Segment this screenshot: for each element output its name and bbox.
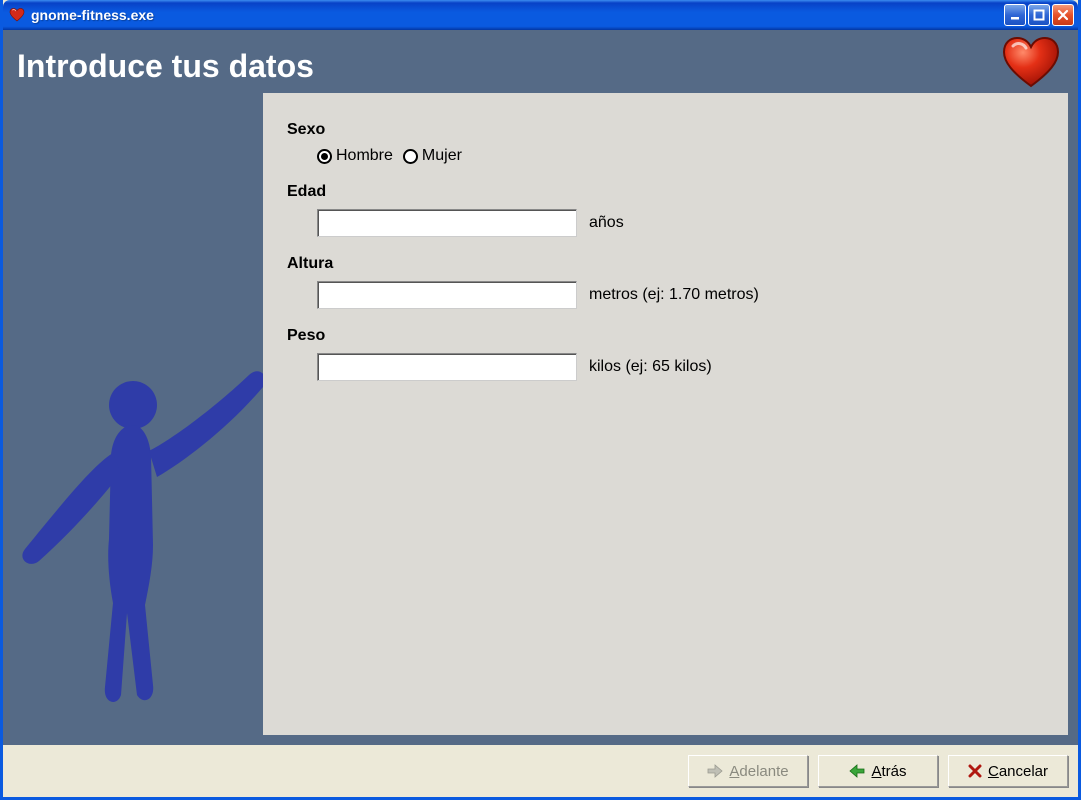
height-group: Altura metros (ej: 1.70 metros) xyxy=(287,255,1044,309)
app-heart-icon xyxy=(9,7,25,23)
cancel-label: Cancelar xyxy=(988,763,1048,780)
height-input[interactable] xyxy=(317,281,577,309)
sex-female-label: Mujer xyxy=(422,147,462,165)
main-area: Sexo Hombre Mujer Edad años xyxy=(3,133,1078,745)
radio-icon xyxy=(403,149,418,164)
close-button[interactable] xyxy=(1052,4,1074,26)
minimize-button[interactable] xyxy=(1004,4,1026,26)
weight-input[interactable] xyxy=(317,353,577,381)
dancer-silhouette-icon xyxy=(3,345,263,725)
x-icon xyxy=(968,764,982,778)
page-title: Introduce tus datos xyxy=(17,48,1058,85)
wizard-footer: Adelante Atrás Cancelar xyxy=(3,745,1078,797)
weight-group: Peso kilos (ej: 65 kilos) xyxy=(287,327,1044,381)
sex-group: Sexo Hombre Mujer xyxy=(287,121,1044,165)
height-hint: metros (ej: 1.70 metros) xyxy=(589,286,759,304)
weight-hint: kilos (ej: 65 kilos) xyxy=(589,358,712,376)
form-panel: Sexo Hombre Mujer Edad años xyxy=(263,93,1068,735)
titlebar[interactable]: gnome-fitness.exe xyxy=(3,0,1078,30)
sex-radio-male[interactable]: Hombre xyxy=(317,147,393,165)
age-label: Edad xyxy=(287,183,1044,201)
heart-icon xyxy=(1002,36,1060,88)
cancel-button[interactable]: Cancelar xyxy=(948,755,1068,787)
maximize-button[interactable] xyxy=(1028,4,1050,26)
sex-label: Sexo xyxy=(287,121,1044,139)
sex-radio-female[interactable]: Mujer xyxy=(403,147,462,165)
forward-button: Adelante xyxy=(688,755,808,787)
forward-label: Adelante xyxy=(729,763,788,780)
sex-male-label: Hombre xyxy=(336,147,393,165)
age-group: Edad años xyxy=(287,183,1044,237)
window-controls xyxy=(1004,4,1074,26)
radio-icon xyxy=(317,149,332,164)
age-input[interactable] xyxy=(317,209,577,237)
window-frame: gnome-fitness.exe Introduce tus datos xyxy=(0,0,1081,800)
age-hint: años xyxy=(589,214,624,232)
height-label: Altura xyxy=(287,255,1044,273)
arrow-right-icon xyxy=(707,764,723,778)
weight-label: Peso xyxy=(287,327,1044,345)
window-title: gnome-fitness.exe xyxy=(31,7,1004,23)
back-label: Atrás xyxy=(871,763,906,780)
arrow-left-icon xyxy=(849,764,865,778)
wizard-sidebar xyxy=(3,133,263,745)
back-button[interactable]: Atrás xyxy=(818,755,938,787)
